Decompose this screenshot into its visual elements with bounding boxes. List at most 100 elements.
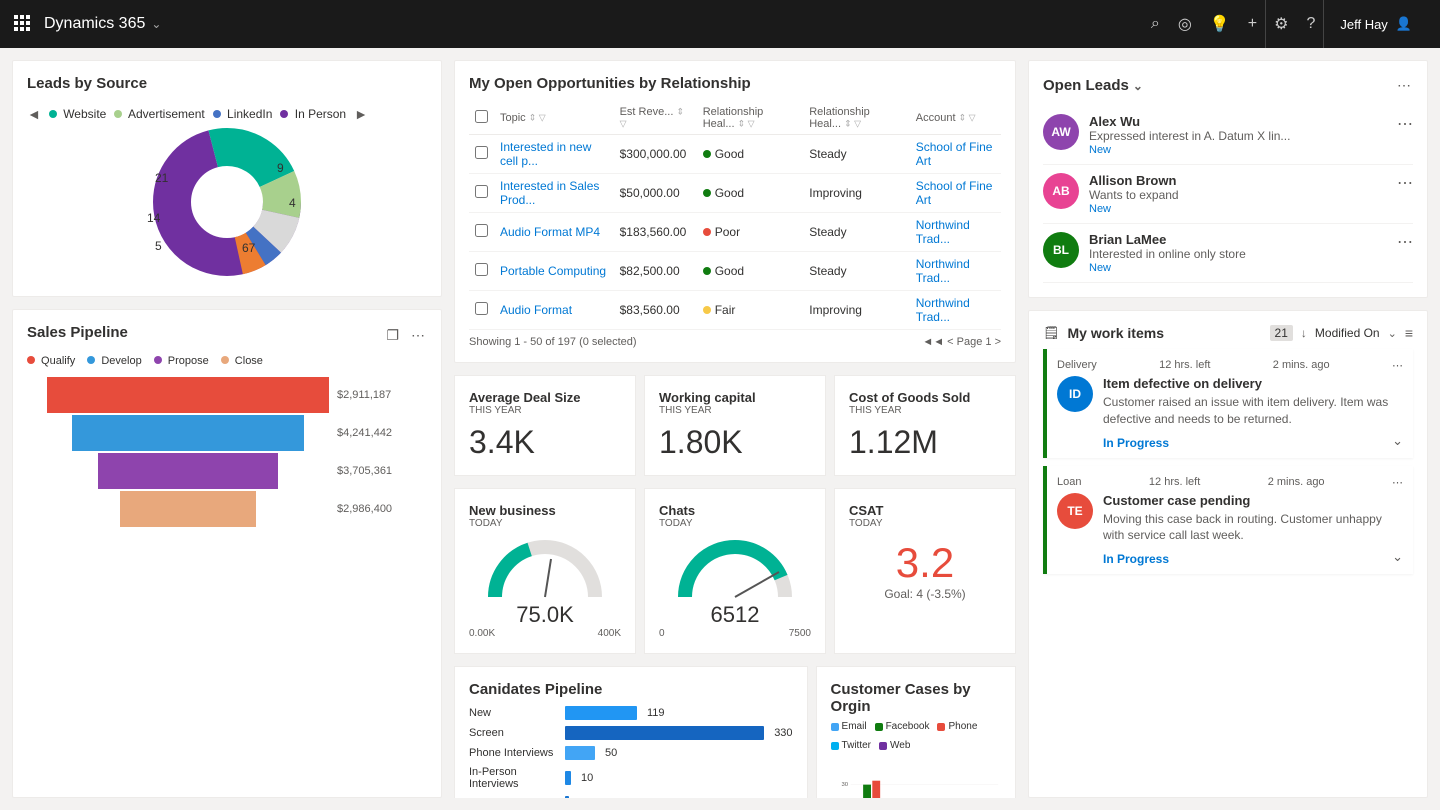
bar-count: 10: [581, 772, 593, 784]
svg-text:67: 67: [242, 241, 256, 255]
lead-info: Brian LaMee Interested in online only st…: [1089, 232, 1387, 274]
svg-text:14: 14: [147, 211, 161, 225]
lightbulb-icon[interactable]: 💡: [1210, 14, 1230, 34]
lead-more-btn[interactable]: ⋯: [1397, 114, 1413, 134]
funnel-bar-qualify: [47, 377, 329, 413]
bar-row: Phone Interviews 50: [469, 746, 793, 760]
gear-icon[interactable]: ⚙: [1274, 14, 1288, 34]
bar-label: Phone Interviews: [469, 747, 559, 759]
row-account[interactable]: Northwind Trad...: [910, 213, 1001, 252]
lead-more-btn[interactable]: ⋯: [1397, 232, 1413, 252]
legend-qualify: Qualify: [27, 355, 75, 367]
lead-more-btn[interactable]: ⋯: [1397, 173, 1413, 193]
work-item-more-btn[interactable]: ⋯: [1392, 476, 1403, 489]
metric-avg-deal-value: 3.4K: [469, 424, 621, 461]
metric-working-capital: Working capital THIS YEAR 1.80K: [644, 375, 826, 476]
next-arrow[interactable]: ►: [354, 106, 368, 122]
prev-arrow[interactable]: ◄: [27, 106, 41, 122]
row-checkbox[interactable]: [469, 135, 494, 174]
row-account[interactable]: Northwind Trad...: [910, 291, 1001, 330]
opps-col-revenue[interactable]: Est Reve... ⇕ ▽: [614, 102, 697, 135]
bar-fill: [565, 771, 571, 785]
funnel-bar-wrap-1: [47, 415, 329, 451]
work-items-list: Delivery 12 hrs. left 2 mins. ago ⋯ ID I…: [1043, 349, 1413, 574]
svg-text:9: 9: [277, 161, 284, 175]
gauge-chats-chart: 6512 0 7500: [659, 537, 811, 639]
metrics-grid: Average Deal Size THIS YEAR 3.4K Working…: [454, 375, 1016, 476]
funnel-label-2: $3,705,361: [337, 465, 407, 477]
sort-down-icon: ↓: [1301, 326, 1307, 340]
legend-email: Email: [831, 721, 867, 732]
row-revenue: $183,560.00: [614, 213, 697, 252]
metric-avg-deal: Average Deal Size THIS YEAR 3.4K: [454, 375, 636, 476]
waffle-icon[interactable]: [12, 13, 32, 36]
filter-icon[interactable]: ≡: [1405, 325, 1413, 341]
chevron-down-icon[interactable]: ⌄: [1388, 327, 1397, 340]
row-checkbox[interactable]: [469, 252, 494, 291]
bar-count: 6: [579, 797, 585, 798]
target-icon[interactable]: ◎: [1178, 14, 1192, 34]
opps-col-health1[interactable]: Relationship Heal... ⇕ ▽: [697, 102, 804, 135]
legend-propose: Propose: [154, 355, 209, 367]
pipeline-expand-btn[interactable]: ❐: [384, 325, 401, 346]
row-topic[interactable]: Interested in new cell p...: [494, 135, 614, 174]
pipeline-more-btn[interactable]: ⋯: [409, 325, 427, 346]
row-health2: Improving: [803, 174, 910, 213]
help-icon[interactable]: ?: [1306, 15, 1315, 33]
gauge-chats: Chats TODAY 6512 0 7500: [644, 488, 826, 654]
plus-icon[interactable]: +: [1248, 15, 1257, 33]
lead-item: AW Alex Wu Expressed interest in A. Datu…: [1043, 106, 1413, 165]
funnel-row-2: $3,705,361: [47, 453, 407, 489]
row-topic[interactable]: Audio Format: [494, 291, 614, 330]
search-icon[interactable]: ⌕: [1151, 15, 1160, 33]
candidates-title: Canidates Pipeline: [469, 681, 793, 698]
gauge-nb-range: 0.00K 400K: [469, 628, 621, 639]
row-topic[interactable]: Portable Computing: [494, 252, 614, 291]
row-revenue: $300,000.00: [614, 135, 697, 174]
funnel-label-1: $4,241,442: [337, 427, 407, 439]
metric-avg-deal-sub: THIS YEAR: [469, 405, 621, 416]
open-leads-more-btn[interactable]: ⋯: [1395, 75, 1413, 96]
metric-cogs-label: Cost of Goods Sold: [849, 390, 1001, 405]
bar-count: 330: [774, 727, 792, 739]
select-all-checkbox[interactable]: [475, 110, 488, 123]
opps-col-health2[interactable]: Relationship Heal... ⇕ ▽: [803, 102, 910, 135]
donut-chart: 21 9 4 14 5 67: [27, 122, 427, 282]
work-item-modified: 2 mins. ago: [1273, 359, 1330, 372]
svg-text:4: 4: [289, 196, 296, 210]
row-account[interactable]: Northwind Trad...: [910, 252, 1001, 291]
opps-col-topic[interactable]: Topic ⇕ ▽: [494, 102, 614, 135]
candidates-bar-chart: New 119 Screen 330 Phone Interviews 50 I…: [469, 706, 793, 798]
work-item-chevron[interactable]: ⌄: [1392, 549, 1403, 565]
row-topic[interactable]: Interested in Sales Prod...: [494, 174, 614, 213]
row-checkbox[interactable]: [469, 291, 494, 330]
bar-row: New 119: [469, 706, 793, 720]
row-account[interactable]: School of Fine Art: [910, 135, 1001, 174]
row-revenue: $82,500.00: [614, 252, 697, 291]
table-row: Audio Format $83,560.00 Fair Improving N…: [469, 291, 1001, 330]
row-checkbox[interactable]: [469, 174, 494, 213]
row-checkbox[interactable]: [469, 213, 494, 252]
work-item-status: In Progress: [1103, 552, 1169, 566]
gauge-new-business: New business TODAY 75.0K 0.00K 400K: [454, 488, 636, 654]
opps-pagination[interactable]: ◄◄ < Page 1 >: [922, 336, 1001, 348]
lead-name: Brian LaMee: [1089, 232, 1387, 247]
bar-fill: [565, 706, 637, 720]
chevron-down-icon[interactable]: ⌄: [1133, 79, 1143, 93]
gauge-chats-max: 7500: [789, 628, 811, 639]
work-item-more-btn[interactable]: ⋯: [1392, 359, 1403, 372]
work-item-time: 12 hrs. left: [1159, 359, 1210, 372]
lead-status: New: [1089, 262, 1387, 274]
user-menu[interactable]: Jeff Hay 👤: [1324, 16, 1428, 32]
user-name: Jeff Hay: [1340, 17, 1387, 32]
chevron-down-icon[interactable]: ⌄: [151, 17, 161, 31]
lead-item: BL Brian LaMee Interested in online only…: [1043, 224, 1413, 283]
work-item-chevron[interactable]: ⌄: [1392, 433, 1403, 449]
nav-icons: ⌕ ◎ 💡 +: [1151, 14, 1257, 34]
sort-label[interactable]: Modified On: [1315, 326, 1380, 340]
opps-col-account[interactable]: Account ⇕ ▽: [910, 102, 1001, 135]
row-account[interactable]: School of Fine Art: [910, 174, 1001, 213]
svg-text:30: 30: [841, 782, 848, 788]
lead-avatar: AW: [1043, 114, 1079, 150]
row-topic[interactable]: Audio Format MP4: [494, 213, 614, 252]
